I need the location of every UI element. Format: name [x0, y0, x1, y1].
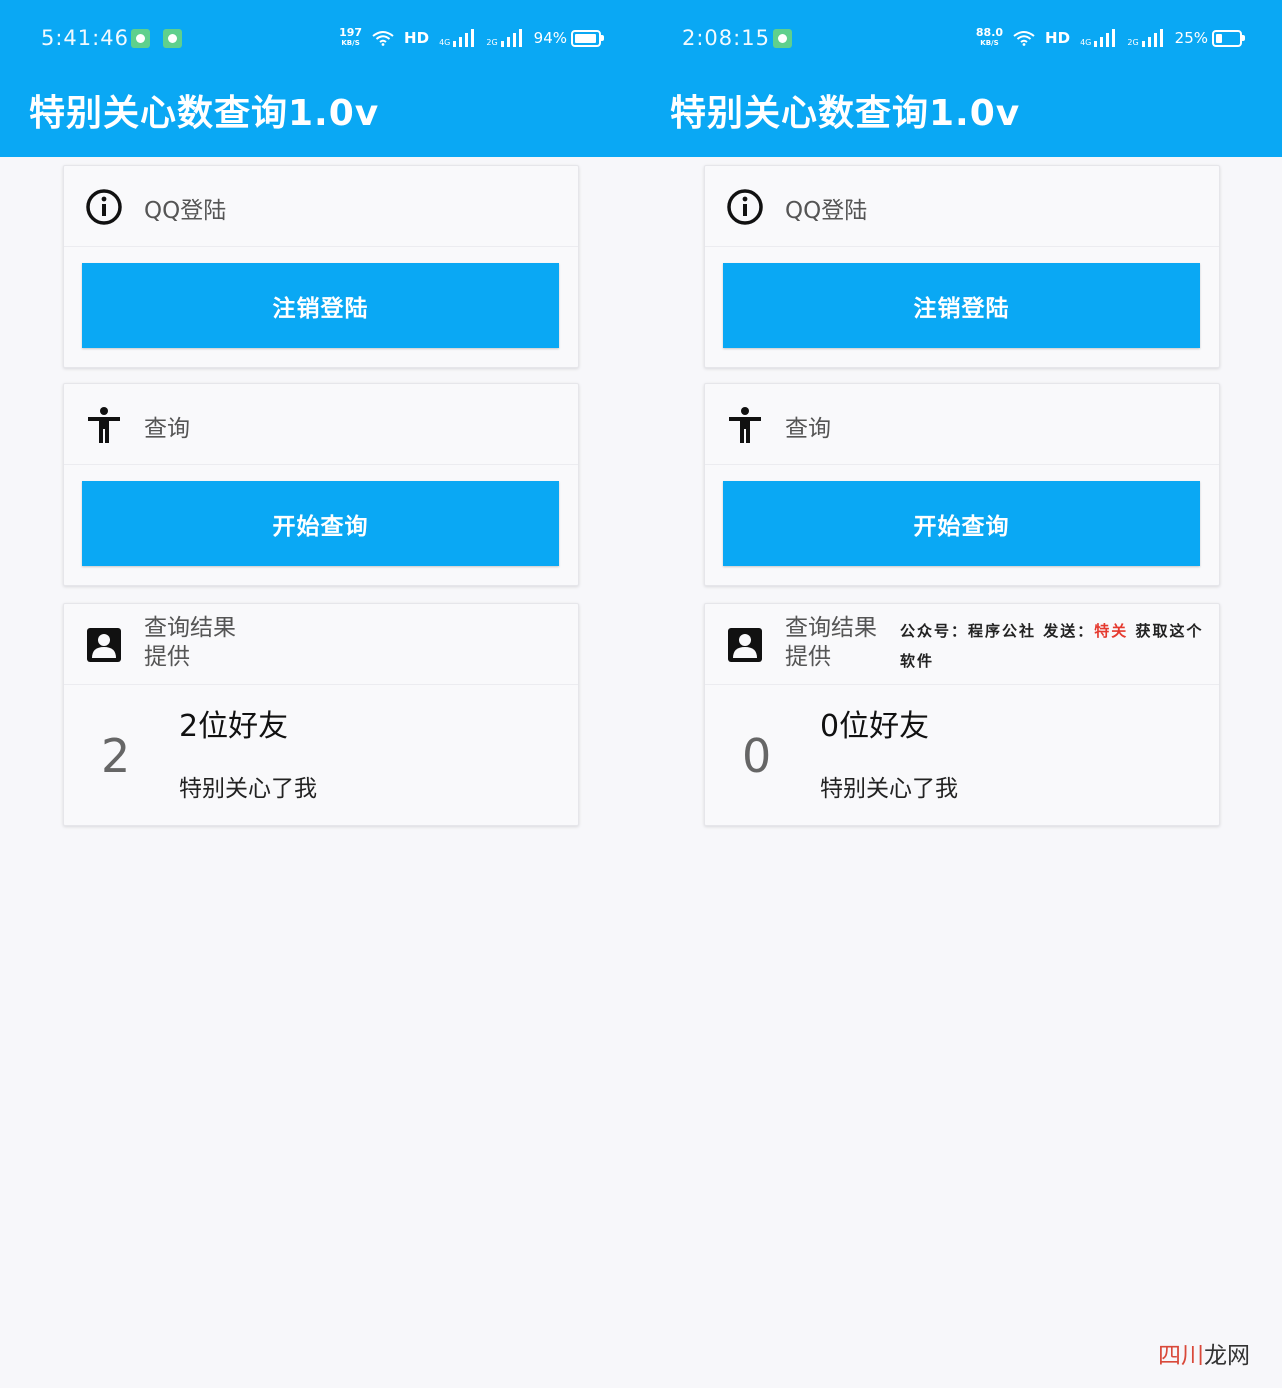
query-card: 查询 开始查询	[63, 383, 579, 586]
result-subtitle: 特别关心了我	[820, 776, 958, 802]
result-card-header: 查询结果 提供	[64, 604, 578, 685]
signal-2g: 2G	[1127, 29, 1164, 47]
hd-indicator: HD	[1045, 29, 1071, 47]
status-bar: 5:41:46 197 KB/S HD 4G 2G 94%	[0, 0, 641, 78]
signal-2g: 2G	[486, 29, 523, 47]
friend-count-text: 2位好友	[179, 709, 289, 744]
friend-count-text: 0位好友	[820, 709, 930, 744]
start-query-button[interactable]: 开始查询	[723, 481, 1200, 566]
signal-bars-icon	[1094, 29, 1116, 47]
notification-chat-icon	[163, 29, 182, 48]
watermark: 四川龙网	[1158, 1343, 1250, 1369]
result-label-line2: 提供	[144, 644, 190, 670]
login-card-header: QQ登陆	[705, 166, 1219, 247]
result-subtitle: 特别关心了我	[179, 776, 317, 802]
wifi-icon	[372, 31, 394, 46]
battery: 25%	[1174, 29, 1245, 47]
start-query-button[interactable]: 开始查询	[82, 481, 559, 566]
login-card: QQ登陆 注销登陆	[63, 165, 579, 368]
result-label-line1: 查询结果	[785, 615, 877, 641]
info-icon	[86, 189, 122, 225]
signal-bars-icon	[1141, 29, 1163, 47]
battery-icon	[1212, 29, 1245, 47]
query-card-header: 查询	[64, 384, 578, 465]
signal-4g: 4G	[439, 29, 476, 47]
result-card-label: 查询结果 提供	[785, 614, 877, 672]
result-card: 查询结果 提供 公众号：程序公社 发送：特关 获取这个软件 0 0位好友 特别关…	[704, 603, 1220, 826]
notification-app-icon	[131, 29, 150, 48]
net-speed-unit: KB/S	[980, 39, 999, 47]
battery-percent: 25%	[1174, 29, 1208, 47]
status-time: 5:41:46	[41, 26, 129, 50]
result-card-header: 查询结果 提供 公众号：程序公社 发送：特关 获取这个软件	[705, 604, 1219, 685]
result-body: 0 0位好友 特别关心了我	[705, 685, 1219, 827]
logout-button[interactable]: 注销登陆	[723, 263, 1200, 348]
login-card-header: QQ登陆	[64, 166, 578, 247]
info-icon	[727, 189, 763, 225]
app-title: 特别关心数查询1.0v	[670, 93, 1021, 134]
battery-percent: 94%	[533, 29, 567, 47]
signal-4g: 4G	[1080, 29, 1117, 47]
result-card: 查询结果 提供 2 2位好友 特别关心了我	[63, 603, 579, 826]
battery-fill	[1216, 33, 1222, 43]
app-bar: 2:08:15 88.0 KB/S HD 4G 2G 25% 特别关心数查询1.…	[641, 0, 1282, 157]
result-card-label: 查询结果 提供	[144, 614, 236, 672]
result-label-line1: 查询结果	[144, 615, 236, 641]
app-bar: 5:41:46 197 KB/S HD 4G 2G 94% 特别关心数查询1.0…	[0, 0, 641, 157]
friend-count: 0	[742, 729, 772, 783]
status-bar: 2:08:15 88.0 KB/S HD 4G 2G 25%	[641, 0, 1282, 78]
promo-keyword: 特关	[1094, 622, 1129, 640]
signal-bars-icon	[500, 29, 522, 47]
login-card-label: QQ登陆	[785, 198, 868, 224]
phone-screen-left: 5:41:46 197 KB/S HD 4G 2G 94% 特别关心数查询1.0…	[0, 0, 641, 1388]
login-card: QQ登陆 注销登陆	[704, 165, 1220, 368]
login-card-label: QQ登陆	[144, 198, 227, 224]
net-speed: 88.0 KB/S	[975, 26, 1004, 48]
phone-screen-right: 2:08:15 88.0 KB/S HD 4G 2G 25% 特别关心数查询1.…	[641, 0, 1282, 1388]
status-icons: 197 KB/S HD 4G 2G 94%	[339, 26, 604, 48]
result-body: 2 2位好友 特别关心了我	[64, 685, 578, 827]
net-speed: 197 KB/S	[339, 26, 363, 48]
signal-bars-icon	[453, 29, 475, 47]
query-card-label: 查询	[144, 416, 190, 442]
accessibility-icon	[88, 407, 120, 443]
hd-indicator: HD	[404, 29, 430, 47]
friend-count: 2	[101, 729, 131, 783]
net-speed-value: 88.0	[975, 26, 1004, 39]
net-speed-unit: KB/S	[341, 39, 360, 47]
battery-icon	[571, 29, 604, 47]
accessibility-icon	[729, 407, 761, 443]
notification-chat-icon	[773, 29, 792, 48]
battery: 94%	[533, 29, 604, 47]
status-icons: 88.0 KB/S HD 4G 2G 25%	[975, 26, 1245, 48]
battery-fill	[575, 33, 596, 43]
contact-card-icon	[728, 628, 762, 662]
wifi-icon	[1013, 31, 1035, 46]
logout-button[interactable]: 注销登陆	[82, 263, 559, 348]
query-card: 查询 开始查询	[704, 383, 1220, 586]
query-card-header: 查询	[705, 384, 1219, 465]
promo-notice: 公众号：程序公社 发送：特关 获取这个软件	[900, 622, 1204, 670]
net-speed-value: 197	[339, 26, 363, 39]
app-title: 特别关心数查询1.0v	[29, 93, 380, 134]
status-time: 2:08:15	[682, 26, 770, 50]
result-label-line2: 提供	[785, 644, 831, 670]
query-card-label: 查询	[785, 416, 831, 442]
contact-card-icon	[87, 628, 121, 662]
